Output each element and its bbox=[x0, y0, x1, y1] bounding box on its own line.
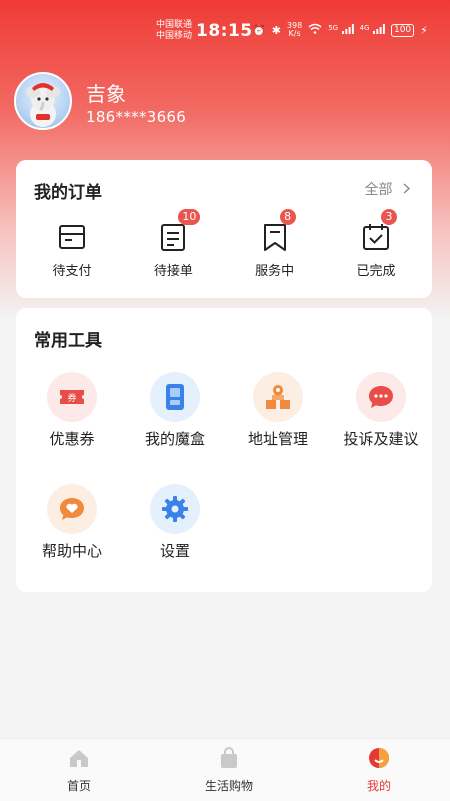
nav-mine[interactable]: 我的 bbox=[334, 747, 424, 794]
check-box-icon: 3 bbox=[359, 209, 397, 254]
shopping-bag-icon bbox=[184, 747, 274, 769]
tool-settings[interactable]: 设置 bbox=[125, 484, 225, 561]
bluetooth-icon: ✱ bbox=[271, 23, 281, 37]
signal-icon-2: 4G bbox=[360, 23, 385, 37]
chevron-right-icon bbox=[403, 182, 411, 198]
carrier-1: 中国联通 bbox=[156, 20, 193, 30]
tool-label: 我的魔盒 bbox=[144, 430, 205, 448]
document-icon: 10 bbox=[156, 209, 201, 254]
user-name: 吉象 bbox=[86, 82, 126, 106]
bookmark-icon: 8 bbox=[258, 209, 296, 254]
tool-help-center[interactable]: 帮助中心 bbox=[22, 484, 122, 561]
order-status-label: 服务中 bbox=[255, 264, 295, 279]
tool-coupon[interactable]: 券 优惠券 bbox=[22, 372, 122, 449]
carrier-labels: 中国联通 中国移动 bbox=[156, 20, 192, 42]
tool-label: 优惠券 bbox=[49, 430, 95, 448]
magic-box-icon bbox=[150, 372, 200, 422]
tool-magic-box[interactable]: 我的魔盒 bbox=[125, 372, 225, 449]
view-all-orders-link[interactable]: 全部 bbox=[365, 179, 411, 199]
pending-accept-badge: 10 bbox=[178, 209, 201, 225]
user-phone: 186****3666 bbox=[86, 108, 187, 126]
feedback-icon bbox=[356, 372, 406, 422]
address-icon bbox=[253, 372, 303, 422]
nav-label: 我的 bbox=[366, 779, 391, 793]
status-icons: ⏰ ✱ 398 K/s 5G 4G 100 ⚡ bbox=[252, 22, 428, 38]
nav-shopping[interactable]: 生活购物 bbox=[184, 747, 274, 794]
tool-label: 投诉及建议 bbox=[343, 430, 419, 448]
coupon-icon: 券 bbox=[47, 372, 97, 422]
help-icon bbox=[47, 484, 97, 534]
profile-icon bbox=[334, 747, 424, 769]
charging-icon: ⚡ bbox=[420, 23, 428, 37]
home-icon bbox=[34, 747, 124, 769]
order-status-label: 已完成 bbox=[356, 264, 396, 279]
nav-home[interactable]: 首页 bbox=[34, 747, 124, 794]
order-status-pending-payment[interactable]: 待支付 bbox=[32, 220, 112, 279]
alarm-icon: ⏰ bbox=[252, 23, 266, 37]
net-speed: 398 K/s bbox=[286, 21, 303, 38]
settings-icon bbox=[150, 484, 200, 534]
nav-label: 生活购物 bbox=[204, 779, 253, 793]
tool-label: 地址管理 bbox=[247, 430, 308, 448]
orders-card: 我的订单 全部 待支付 10 待接单 8 服务中 3 已完成 bbox=[16, 160, 432, 298]
tools-title: 常用工具 bbox=[34, 331, 102, 351]
completed-badge: 3 bbox=[380, 209, 397, 225]
status-bar: 中国联通 中国移动 18:15 ⏰ ✱ 398 K/s 5G 4G 100 ⚡ bbox=[0, 0, 450, 60]
order-status-label: 待支付 bbox=[52, 264, 92, 279]
clock: 18:15 bbox=[196, 21, 253, 41]
bottom-navigation: 首页 生活购物 我的 bbox=[0, 738, 450, 801]
wallet-icon bbox=[55, 220, 89, 254]
tool-label: 设置 bbox=[159, 542, 190, 560]
tool-address[interactable]: 地址管理 bbox=[228, 372, 328, 449]
avatar[interactable] bbox=[14, 72, 72, 130]
signal-icon-1: 5G bbox=[328, 23, 354, 37]
nav-label: 首页 bbox=[66, 779, 91, 793]
wifi-icon bbox=[308, 23, 322, 37]
tools-card: 常用工具 券 优惠券 我的魔盒 地址管理 投诉及建议 帮助中心 设置 bbox=[16, 308, 432, 592]
battery-indicator: 100 bbox=[390, 23, 415, 37]
tool-label: 帮助中心 bbox=[41, 542, 102, 560]
tool-feedback[interactable]: 投诉及建议 bbox=[331, 372, 431, 449]
svg-text:券: 券 bbox=[67, 392, 76, 404]
carrier-2: 中国移动 bbox=[156, 31, 193, 41]
order-status-pending-accept[interactable]: 10 待接单 bbox=[133, 209, 213, 279]
order-status-completed[interactable]: 3 已完成 bbox=[336, 209, 416, 279]
order-status-row: 待支付 10 待接单 8 服务中 3 已完成 bbox=[16, 209, 432, 279]
order-status-in-service[interactable]: 8 服务中 bbox=[235, 209, 315, 279]
in-service-badge: 8 bbox=[279, 209, 296, 225]
order-status-label: 待接单 bbox=[153, 264, 193, 279]
orders-title: 我的订单 bbox=[34, 183, 102, 203]
